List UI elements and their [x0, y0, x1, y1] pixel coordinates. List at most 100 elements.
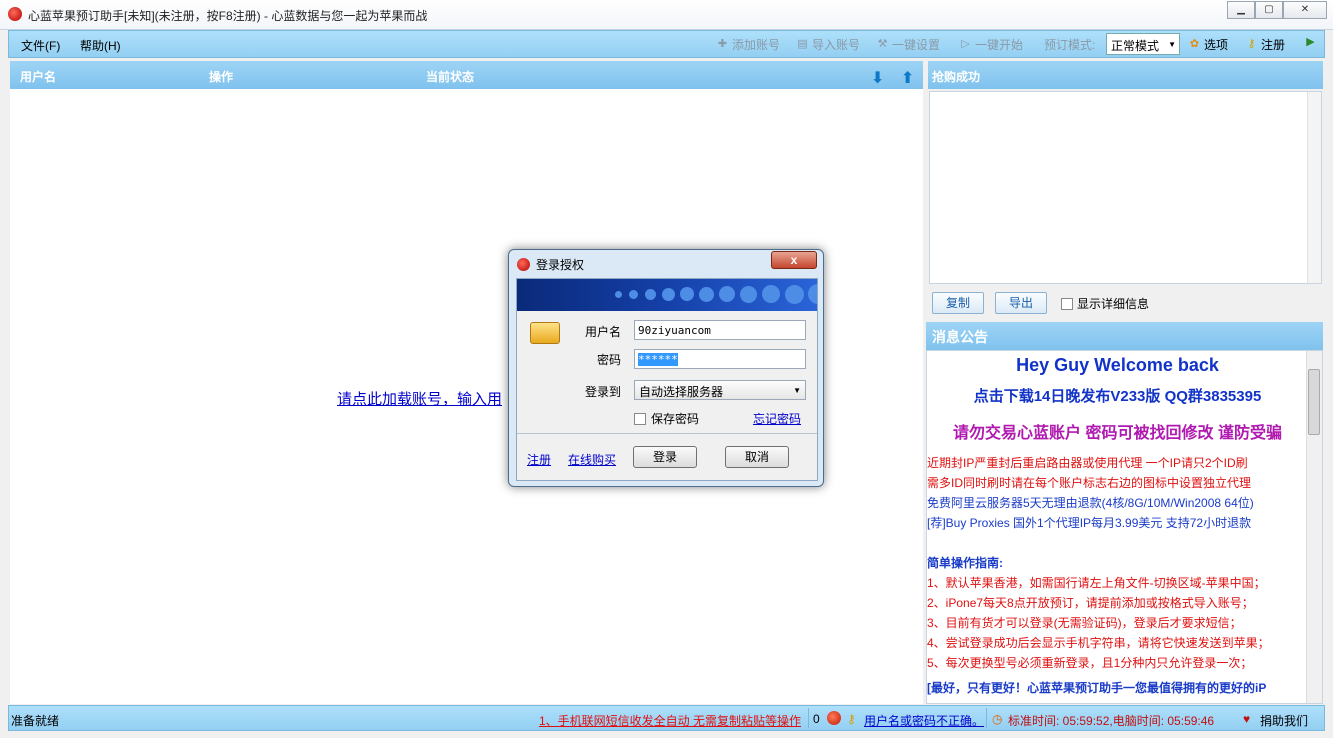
status-time: 标准时间: 05:59:52,电脑时间: 05:59:46: [1008, 714, 1215, 728]
arrow-up-icon[interactable]: ⬆: [901, 68, 914, 88]
donate-link[interactable]: 捐助我们: [1260, 712, 1308, 729]
checkbox-box[interactable]: [634, 412, 646, 425]
notice-welcome: Hey Guy Welcome back: [1016, 355, 1219, 375]
guide-step-5: 5、每次更换型号必须重新登录，且1分种内只允许登录一次；: [927, 656, 1253, 670]
menu-file[interactable]: 文件(F): [21, 37, 60, 54]
add-account-button[interactable]: ✚ 添加账号: [716, 36, 780, 53]
register-label: 注册: [1261, 38, 1286, 52]
options-button[interactable]: ✿ 选项: [1188, 36, 1228, 53]
server-value: 自动选择服务器: [639, 385, 724, 399]
forgot-password-link[interactable]: 忘记密码: [753, 410, 801, 427]
success-panel-title: 抢购成功: [928, 61, 1323, 89]
password-label: 密码: [597, 353, 622, 367]
login-button[interactable]: 登录: [633, 446, 697, 468]
options-label: 选项: [1204, 38, 1229, 52]
show-details-checkbox[interactable]: 显示详细信息: [1061, 295, 1149, 312]
heart-icon: ♥: [1243, 712, 1251, 726]
exit-button[interactable]: ▶: [1304, 36, 1317, 49]
checkbox-box[interactable]: [1061, 297, 1073, 310]
import-account-button[interactable]: ▤ 导入账号: [796, 36, 860, 53]
clock-icon: ◷: [992, 712, 1003, 726]
close-button[interactable]: ✕: [1283, 1, 1327, 19]
login-banner: [517, 279, 817, 311]
one-click-settings-button[interactable]: ⚒ 一键设置: [876, 36, 940, 53]
username-label: 用户名: [585, 325, 622, 339]
status-key-icon: ⚷: [847, 712, 856, 726]
one-click-start-label: 一键开始: [975, 38, 1024, 52]
guide-title: 简单操作指南:: [927, 556, 1003, 570]
exit-icon: ▶: [1306, 36, 1315, 48]
minimize-button[interactable]: ▁: [1227, 1, 1255, 19]
one-click-start-button[interactable]: ▷ 一键开始: [959, 36, 1023, 53]
wrench-icon: ⚒: [877, 38, 888, 50]
register-link[interactable]: 注册: [527, 451, 551, 468]
status-red-dot-icon: [827, 711, 841, 725]
window-controls: ▁ ▢ ✕: [1227, 1, 1327, 19]
notice-marquee: [最好，只有更好！心蓝苹果预订助手一您最值得拥有的更好的iP: [927, 681, 1267, 695]
guide-step-2: 2、iPone7每天8点开放预订，请提前添加或按格式导入账号；: [927, 596, 1254, 610]
guide-step-3: 3、目前有货才可以登录(无需验证码)，登录后才要求短信；: [927, 616, 1242, 630]
load-accounts-link[interactable]: 请点此加载账号，输入用: [337, 388, 502, 409]
chevron-down-icon: ▼: [1168, 40, 1176, 49]
status-ready: 准备就绪: [11, 714, 60, 728]
booking-mode-value: 正常模式: [1111, 39, 1160, 53]
export-button[interactable]: 导出: [995, 292, 1047, 314]
login-dialog: 登录授权 x 用户名 90ziyuancom 密码 ****** 登录到 自动选…: [508, 249, 824, 487]
status-count: 0: [813, 712, 820, 726]
one-click-settings-label: 一键设置: [892, 38, 941, 52]
menu-toolbar: 文件(F) 帮助(H) ✚ 添加账号 ▤ 导入账号 ⚒ 一键设置 ▷ 一键开始 …: [8, 30, 1325, 58]
play-icon: ▷: [961, 38, 970, 50]
save-password-label: 保存密码: [651, 412, 700, 426]
login-dialog-title-text: 登录授权: [536, 258, 585, 272]
cancel-button[interactable]: 取消: [725, 446, 789, 468]
notice-line-2: 需多ID同时刷时请在每个账户标志右边的图标中设置独立代理: [927, 476, 1252, 490]
save-password-checkbox[interactable]: 保存密码: [634, 410, 699, 427]
copy-button[interactable]: 复制: [932, 292, 984, 314]
title-bar: 心蓝苹果预订助手[未知](未注册，按F8注册) - 心蓝数据与您一起为苹果而战 …: [0, 0, 1333, 30]
form-divider: [517, 433, 817, 434]
menu-help[interactable]: 帮助(H): [80, 37, 121, 54]
plus-icon: ✚: [717, 38, 728, 50]
license-card-icon: [530, 322, 560, 344]
success-list[interactable]: [929, 91, 1322, 284]
status-tip-link[interactable]: 1、手机联网短信收发全自动 无需复制粘贴等操作: [539, 712, 801, 729]
add-account-label: 添加账号: [732, 38, 781, 52]
server-label: 登录到: [585, 385, 622, 399]
password-input[interactable]: ******: [634, 349, 806, 369]
import-icon: ▤: [797, 38, 808, 50]
key-icon: ⚷: [1247, 38, 1256, 50]
import-account-label: 导入账号: [812, 38, 861, 52]
register-button[interactable]: ⚷ 注册: [1245, 36, 1285, 53]
window-title: 心蓝苹果预订助手[未知](未注册，按F8注册) - 心蓝数据与您一起为苹果而战: [28, 9, 428, 23]
col-username: 用户名: [20, 70, 57, 84]
col-action: 操作: [209, 70, 234, 84]
gear-icon: ✿: [1189, 38, 1200, 50]
show-details-label: 显示详细信息: [1077, 297, 1150, 311]
username-value: 90ziyuancom: [638, 324, 711, 337]
username-input[interactable]: 90ziyuancom: [634, 320, 806, 340]
server-select[interactable]: 自动选择服务器 ▼: [634, 380, 806, 400]
booking-mode-select[interactable]: 正常模式 ▼: [1106, 33, 1180, 55]
status-login-error[interactable]: 用户名或密码不正确。: [864, 712, 984, 729]
notice-scrollbar-thumb[interactable]: [1308, 369, 1320, 435]
guide-step-1: 1、默认苹果香港，如需国行请左上角文件-切换区域-苹果中国；: [927, 576, 1266, 590]
account-table-header: 用户名 操作 当前状态 ⬇ ⬆: [10, 61, 923, 89]
notice-content: Hey Guy Welcome back 点击下载14日晚发布V233版 QQ群…: [926, 350, 1323, 704]
dialog-close-button[interactable]: x: [771, 251, 817, 269]
notice-title: 消息公告: [926, 322, 1323, 350]
success-list-scrollbar[interactable]: [1307, 92, 1321, 283]
notice-download-link[interactable]: 点击下载14日晚发布V233版 QQ群3835395: [927, 385, 1308, 406]
booking-mode-label: 预订模式:: [1044, 38, 1096, 52]
buy-online-link[interactable]: 在线购买: [568, 451, 616, 468]
notice-line-3[interactable]: 免费阿里云服务器5天无理由退款(4核/8G/10M/Win2008 64位): [927, 494, 1254, 511]
maximize-button[interactable]: ▢: [1255, 1, 1283, 19]
password-value: ******: [638, 353, 678, 366]
login-dialog-title: 登录授权: [517, 256, 584, 273]
apple-app-icon: [8, 7, 22, 21]
arrow-down-icon[interactable]: ⬇: [871, 68, 884, 88]
notice-scrollbar[interactable]: [1306, 351, 1322, 703]
notice-warning: 请勿交易心蓝账户 密码可被找回修改 谨防受骗: [953, 425, 1282, 442]
notice-line-4[interactable]: [荐]Buy Proxies 国外1个代理IP每月3.99美元 支持72小时退款: [927, 514, 1251, 531]
notice-line-1: 近期封IP严重封后重启路由器或使用代理 一个IP请只2个ID刷: [927, 456, 1248, 470]
status-bar: 准备就绪 1、手机联网短信收发全自动 无需复制粘贴等操作 0 ⚷ 用户名或密码不…: [8, 705, 1325, 731]
